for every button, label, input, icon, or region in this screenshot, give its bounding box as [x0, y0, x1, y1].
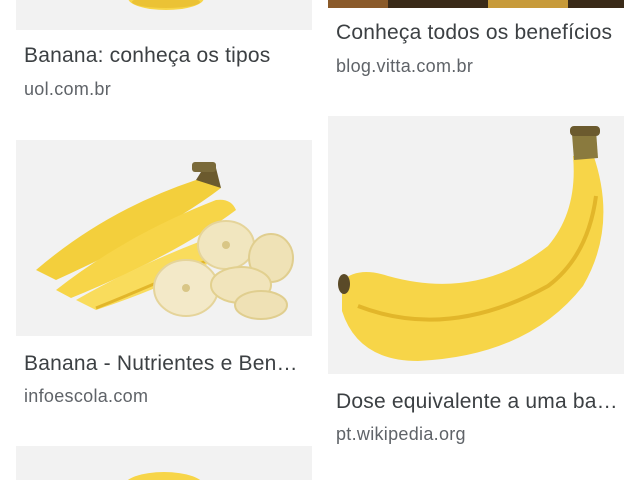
banana-bunch-image — [16, 140, 312, 336]
result-source: blog.vitta.com.br — [336, 56, 474, 76]
image-result-card[interactable]: Banana: conheça os tipos uol.com.br — [16, 0, 312, 120]
result-thumbnail[interactable] — [328, 116, 624, 374]
result-title[interactable]: Conheça todos os benefícios — [336, 21, 618, 45]
image-result-card[interactable]: Dose equivalente a uma banana pt.wikiped… — [328, 116, 624, 456]
result-thumbnail[interactable] — [328, 0, 624, 8]
result-title[interactable]: Banana: conheça os tipos — [24, 44, 306, 68]
image-result-card[interactable]: Banana - Nutrientes e Benefícios infoesc… — [16, 140, 312, 430]
image-result-card[interactable]: Conheça todos os benefícios blog.vitta.c… — [328, 0, 624, 100]
result-thumbnail[interactable] — [16, 446, 312, 480]
result-source: infoescola.com — [24, 386, 149, 406]
result-thumbnail[interactable] — [16, 0, 312, 30]
single-banana-image — [328, 116, 624, 374]
image-results-page: Banana: conheça os tipos uol.com.br Conh… — [0, 0, 640, 480]
result-thumbnail[interactable] — [16, 140, 312, 336]
result-title[interactable]: Banana - Nutrientes e Benefícios — [24, 352, 306, 376]
banana-image — [16, 0, 312, 30]
image-result-card[interactable] — [16, 446, 312, 480]
result-source: uol.com.br — [24, 79, 112, 99]
result-title[interactable]: Dose equivalente a uma banana — [336, 390, 618, 414]
banana-image — [16, 446, 312, 480]
result-source: pt.wikipedia.org — [336, 424, 466, 444]
banana-image — [328, 0, 624, 8]
